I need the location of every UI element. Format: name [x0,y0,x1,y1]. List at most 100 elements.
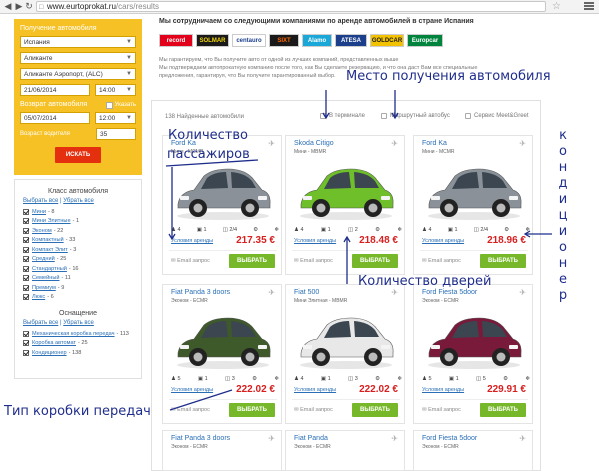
filter-option[interactable]: Коробка автомат - 25 [23,339,133,349]
filter-option[interactable]: Люкс - 6 [23,293,133,303]
checkbox-checked[interactable] [23,218,29,225]
deselect-all-link[interactable]: Убрать все [63,198,94,204]
email-request-link[interactable]: ✉ Email запрос [294,258,333,264]
filter-option-label[interactable]: Средний [32,256,55,262]
select-button[interactable]: ВЫБРАТЬ [229,403,275,417]
rental-terms-link[interactable]: Условия аренды [171,238,213,244]
rental-terms-link[interactable]: Условия аренды [422,238,464,244]
back-arrow-icon[interactable]: ◀ [3,1,13,11]
checkbox-checked[interactable] [23,349,29,356]
filter-option[interactable]: Семейный - 11 [23,274,133,284]
checkbox-checked[interactable] [23,284,29,291]
seats-value: 4 [300,227,304,233]
filter-option[interactable]: Мини Элитные - 1 [23,217,133,227]
car-card[interactable]: Fiat Panda 3 doors Эконом - ECMR ✈ ♟ 5 ▣ 1 ◫ … [162,284,282,424]
checkbox-checked[interactable] [23,237,29,244]
filter-option[interactable]: Компактный - 33 [23,236,133,246]
bookmark-star-icon[interactable]: ☆ [552,1,561,12]
email-request-link[interactable]: ✉ Email запрос [422,258,461,264]
filter-terminal[interactable]: В терминале [320,113,365,119]
checkbox-checked[interactable] [23,227,29,234]
rental-terms-link[interactable]: Условия аренды [294,238,336,244]
pickup-date-field[interactable]: 21/06/2014 [20,84,90,96]
filter-option[interactable]: Кондиционер - 138 [23,348,133,358]
car-name[interactable]: Ford Fiesta 5door [422,289,477,296]
snowflake-icon: ❄ [397,227,402,233]
car-card[interactable]: Ford Ka Мини - MCMR ✈ ♟ 4 ▣ 1 ◫ 2/4 ⚙ ❄ Условия … [413,135,533,275]
select-button[interactable]: ВЫБРАТЬ [352,403,398,417]
select-button[interactable]: ВЫБРАТЬ [352,254,398,268]
country-select[interactable]: Испания ▼ [20,36,136,48]
return-time-select[interactable]: 12:00 ▼ [95,112,136,124]
checkbox-checked[interactable] [23,330,29,337]
car-name[interactable]: Fiat Panda 3 doors [171,289,230,296]
filter-option-label[interactable]: Эконом [32,228,52,234]
other-location-checkbox[interactable]: Указать [105,101,136,109]
filter-option[interactable]: Средний - 25 [23,255,133,265]
reload-icon[interactable]: ↻ [24,1,34,11]
filter-option[interactable]: Мини - 8 [23,207,133,217]
checkbox-checked[interactable] [23,265,29,272]
filter-option-label[interactable]: Семейный [32,275,59,281]
filter-option-label[interactable]: Механическая коробка передач [32,331,115,337]
car-name[interactable]: Fiat Panda 3 doors [171,435,230,442]
select-all-link[interactable]: Выбрать все [23,320,58,326]
email-request-link[interactable]: ✉ Email запрос [294,407,333,413]
filter-option[interactable]: Компакт Элит - 3 [23,245,133,255]
checkbox-checked[interactable] [23,275,29,282]
checkbox-checked[interactable] [23,208,29,215]
deselect-all-link[interactable]: Убрать все [63,320,94,326]
filter-shuttle[interactable]: Маршрутный автобус [381,113,450,119]
city-select[interactable]: Аликанте ▼ [20,52,136,64]
car-card[interactable]: Fiat 500 Мини Элитная - MBMR ✈ ♟ 4 ▣ 1 ◫ 3 ⚙ ❄ У… [285,284,405,424]
select-all-link[interactable]: Выбрать все [23,198,58,204]
driver-age-input[interactable]: 35 [96,128,136,140]
email-request-link[interactable]: ✉ Email запрос [171,407,210,413]
car-name[interactable]: Skoda Citigo [294,140,334,147]
pickup-time-select[interactable]: 14:00 ▼ [95,84,136,96]
filter-option-label[interactable]: Компакт Элит [32,247,68,253]
filter-option-label[interactable]: Коробка автомат [32,340,76,346]
car-card[interactable]: Fiat Panda 3 doors Эконом - ECMR ✈ [162,430,282,471]
return-date-field[interactable]: 05/07/2014 [20,112,90,124]
checkbox-checked[interactable] [23,294,29,301]
checkbox-checked[interactable] [23,340,29,347]
filter-option-label[interactable]: Мини Элитные [32,218,71,224]
car-name[interactable]: Fiat Panda [294,435,328,442]
car-name[interactable]: Ford Fiesta 5door [422,435,477,442]
address-bar[interactable]: □ www.eurtoprokat.ru/cars/results [36,1,546,12]
filter-option[interactable]: Стандартный - 16 [23,264,133,274]
filter-option-label[interactable]: Кондиционер [32,350,67,356]
filter-option[interactable]: Премиум - 9 [23,283,133,293]
checkbox-checked[interactable] [23,246,29,253]
car-card[interactable]: Ford Fiesta 5door Эконом - ECMR ✈ [413,430,533,471]
filter-option-label[interactable]: Компактный [32,237,64,243]
car-card[interactable]: Fiat Panda Эконом - ECMR ✈ [285,430,405,471]
filter-option-label[interactable]: Стандартный [32,266,67,272]
filter-option-label[interactable]: Премиум [32,285,56,291]
car-card[interactable]: Ford Fiesta 5door Эконом - ECMR ✈ ♟ 5 ▣ 1 ◫ 5… [413,284,533,424]
email-request-link[interactable]: ✉ Email запрос [422,407,461,413]
search-button[interactable]: ИСКАТЬ [55,147,101,163]
filter-option[interactable]: Механическая коробка передач - 113 [23,329,133,339]
class-filter-title: Класс автомобиля [48,188,108,195]
forward-arrow-icon[interactable]: ▶ [14,1,24,11]
location-select[interactable]: Аликанте Аэропорт, (ALC) ▼ [20,68,136,80]
filter-meet-greet[interactable]: Сервис Meet&Greet [465,113,529,119]
car-name[interactable]: Ford Ka [422,140,447,147]
select-button[interactable]: ВЫБРАТЬ [229,254,275,268]
filter-option-label[interactable]: Мини [32,209,46,215]
car-card[interactable]: Skoda Citigo Мини - MBMR ✈ ♟ 4 ▣ 1 ◫ 2 ⚙ ❄ Услов… [285,135,405,275]
select-button[interactable]: ВЫБРАТЬ [480,254,526,268]
rental-terms-link[interactable]: Условия аренды [422,387,464,393]
browser-menu-icon[interactable] [584,1,594,11]
filter-option[interactable]: Эконом - 22 [23,226,133,236]
car-image [177,317,271,369]
filter-option-label[interactable]: Люкс [32,294,45,300]
email-request-link[interactable]: ✉ Email запрос [171,258,210,264]
checkbox-checked[interactable] [23,256,29,263]
rental-terms-link[interactable]: Условия аренды [171,387,213,393]
select-button[interactable]: ВЫБРАТЬ [480,403,526,417]
car-name[interactable]: Fiat 500 [294,289,319,296]
rental-terms-link[interactable]: Условия аренды [294,387,336,393]
